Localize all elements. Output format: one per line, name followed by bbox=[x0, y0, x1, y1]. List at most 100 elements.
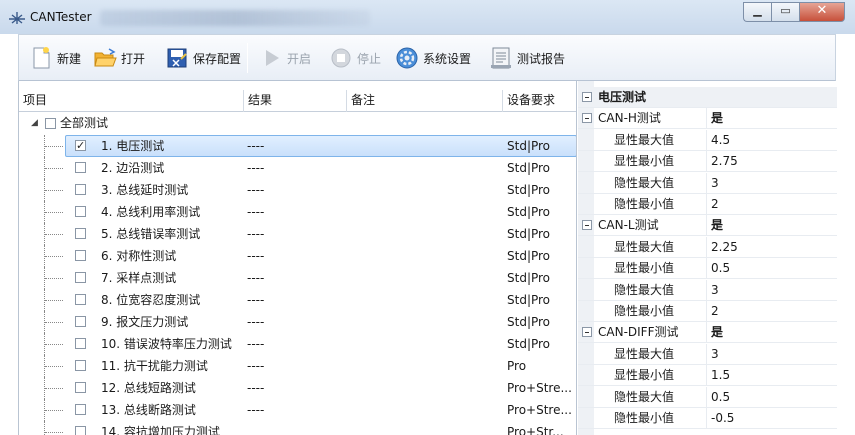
row-checkbox[interactable] bbox=[75, 206, 86, 217]
property-value: 是 bbox=[711, 325, 724, 340]
table-row[interactable]: 12. 总线短路测试 ---- Pro+Stre... bbox=[19, 377, 576, 399]
column-divider bbox=[706, 386, 707, 408]
tree-line bbox=[45, 146, 63, 147]
property-value[interactable]: -0.5 bbox=[711, 408, 734, 429]
property-label: 显性最大值 bbox=[614, 132, 675, 147]
property-value: 是 bbox=[711, 218, 724, 233]
table-row[interactable]: 5. 总线错误率测试 ---- Std|Pro bbox=[19, 223, 576, 245]
row-checkbox[interactable] bbox=[75, 294, 86, 305]
root-checkbox[interactable] bbox=[45, 118, 56, 129]
minimize-button[interactable]: ▁ bbox=[743, 2, 771, 22]
property-item[interactable]: 隐性最小值 2 bbox=[578, 301, 837, 322]
row-checkbox[interactable] bbox=[75, 135, 86, 157]
property-item[interactable]: 隐性最大值 3 bbox=[578, 279, 837, 301]
table-row[interactable]: 7. 采样点测试 ---- Std|Pro bbox=[19, 267, 576, 289]
row-checkbox[interactable] bbox=[75, 382, 86, 393]
collapse-toggle-icon[interactable] bbox=[582, 92, 592, 102]
property-value[interactable]: 0.5 bbox=[711, 258, 730, 279]
property-item[interactable]: 显性最大值 3 bbox=[578, 343, 837, 365]
property-item[interactable]: 显性最小值 2.75 bbox=[578, 151, 837, 173]
play-icon bbox=[266, 50, 279, 66]
column-divider bbox=[706, 172, 707, 194]
property-value[interactable]: 0.5 bbox=[711, 387, 730, 408]
row-divider bbox=[578, 428, 837, 429]
column-header-note[interactable]: 备注 bbox=[347, 90, 503, 112]
close-button[interactable]: ✕ bbox=[799, 2, 845, 22]
property-item[interactable]: 隐性最大值 0.5 bbox=[578, 386, 837, 408]
test-name: 11. 抗干扰能力测试 bbox=[101, 359, 208, 373]
row-checkbox[interactable] bbox=[75, 360, 86, 371]
app-icon bbox=[9, 12, 25, 24]
column-header-result[interactable]: 结果 bbox=[244, 90, 347, 112]
row-checkbox[interactable] bbox=[75, 250, 86, 261]
tree-root[interactable]: ◢ 全部测试 bbox=[19, 113, 576, 134]
table-row[interactable]: 1. 电压测试 ---- Std|Pro bbox=[19, 135, 576, 157]
row-checkbox[interactable] bbox=[75, 228, 86, 239]
column-header-item[interactable]: 项目 bbox=[19, 90, 244, 112]
row-checkbox[interactable] bbox=[75, 162, 86, 173]
open-button[interactable]: 打开 bbox=[93, 44, 145, 72]
property-value[interactable]: 3 bbox=[711, 280, 719, 301]
test-name: 2. 边沿测试 bbox=[101, 161, 165, 175]
maximize-button[interactable]: ▭ bbox=[771, 2, 799, 22]
table-row[interactable]: 13. 总线断路测试 ---- Pro+Stre... bbox=[19, 399, 576, 421]
property-group[interactable]: CAN-DIFF测试 是 bbox=[578, 322, 837, 344]
test-result: ---- bbox=[247, 249, 265, 263]
table-row[interactable]: 9. 报文压力测试 ---- Std|Pro bbox=[19, 311, 576, 333]
row-checkbox[interactable] bbox=[75, 184, 86, 195]
property-category[interactable]: 电压测试 bbox=[578, 87, 837, 108]
property-label: 显性最大值 bbox=[614, 239, 675, 254]
table-row[interactable]: 8. 位宽容忍度测试 ---- Std|Pro bbox=[19, 289, 576, 311]
property-item[interactable]: 显性最小值 1.5 bbox=[578, 365, 837, 387]
system-settings-button[interactable]: 系统设置 bbox=[395, 44, 471, 72]
test-report-button[interactable]: 测试报告 bbox=[489, 44, 565, 72]
table-row[interactable]: 10. 错误波特率压力测试 ---- Std|Pro bbox=[19, 333, 576, 355]
save-config-button[interactable]: 保存配置 bbox=[165, 44, 241, 72]
property-item[interactable]: 显性最大值 4.5 bbox=[578, 129, 837, 151]
property-group[interactable]: CAN-L测试 是 bbox=[578, 215, 837, 237]
row-checkbox[interactable] bbox=[75, 316, 86, 327]
row-checkbox[interactable] bbox=[75, 338, 86, 349]
table-row[interactable]: 6. 对称性测试 ---- Std|Pro bbox=[19, 245, 576, 267]
property-label: 显性最小值 bbox=[614, 261, 675, 276]
column-divider bbox=[706, 365, 707, 387]
row-checkbox[interactable] bbox=[75, 404, 86, 415]
test-requirement: Pro bbox=[507, 359, 527, 373]
property-value[interactable]: 1.5 bbox=[711, 365, 730, 386]
collapse-toggle-icon[interactable] bbox=[582, 113, 592, 124]
column-divider bbox=[706, 301, 707, 322]
stop-button[interactable]: 停止 bbox=[329, 44, 381, 72]
start-button[interactable]: 开启 bbox=[259, 44, 311, 72]
table-row[interactable]: 4. 总线利用率测试 ---- Std|Pro bbox=[19, 201, 576, 223]
test-name: 3. 总线延时测试 bbox=[101, 183, 189, 197]
test-result: ---- bbox=[247, 403, 265, 417]
test-requirement: Std|Pro bbox=[507, 315, 551, 329]
property-value[interactable]: 4.5 bbox=[711, 130, 730, 151]
collapse-toggle-icon[interactable] bbox=[582, 220, 592, 231]
row-checkbox[interactable] bbox=[75, 272, 86, 283]
property-item[interactable]: 显性最大值 2.25 bbox=[578, 236, 837, 258]
property-item[interactable]: 隐性最小值 -0.5 bbox=[578, 408, 837, 429]
property-item[interactable]: 显性最小值 0.5 bbox=[578, 258, 837, 280]
property-value[interactable]: 2 bbox=[711, 194, 719, 215]
test-result: ---- bbox=[247, 161, 265, 175]
test-result: ---- bbox=[247, 315, 265, 329]
table-row[interactable]: 3. 总线延时测试 ---- Std|Pro bbox=[19, 179, 576, 201]
column-header-requirement[interactable]: 设备要求 bbox=[503, 90, 576, 112]
tree-line bbox=[45, 234, 63, 235]
property-value[interactable]: 3 bbox=[711, 173, 719, 194]
table-row[interactable]: 11. 抗干扰能力测试 ---- Pro bbox=[19, 355, 576, 377]
table-row[interactable]: 2. 边沿测试 ---- Std|Pro bbox=[19, 157, 576, 179]
horizontal-scrollbar[interactable] bbox=[19, 429, 576, 435]
property-value[interactable]: 2.75 bbox=[711, 151, 738, 172]
property-label: 显性最小值 bbox=[614, 368, 675, 383]
new-button[interactable]: 新建 bbox=[29, 44, 81, 72]
property-value[interactable]: 2 bbox=[711, 301, 719, 322]
collapse-arrow-icon[interactable]: ◢ bbox=[31, 113, 38, 134]
property-item[interactable]: 隐性最大值 3 bbox=[578, 172, 837, 194]
property-item[interactable]: 隐性最小值 2 bbox=[578, 194, 837, 215]
property-value[interactable]: 2.25 bbox=[711, 237, 738, 258]
collapse-toggle-icon[interactable] bbox=[582, 327, 592, 338]
property-group[interactable]: CAN-H测试 是 bbox=[578, 108, 837, 130]
property-value[interactable]: 3 bbox=[711, 344, 719, 365]
